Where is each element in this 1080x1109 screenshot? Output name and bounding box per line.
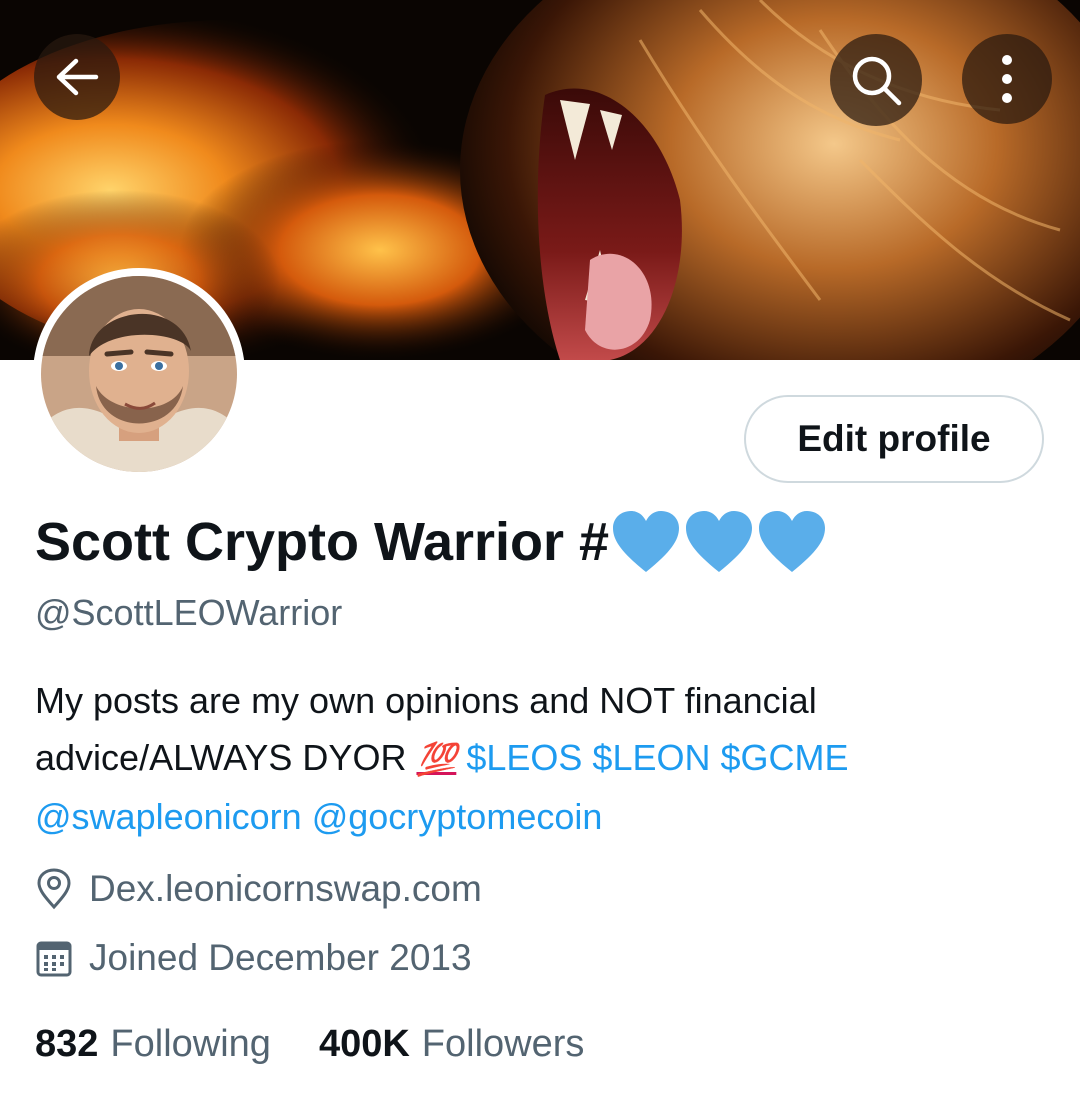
blue-heart-icon [686, 511, 753, 572]
location-text: Dex.leonicornswap.com [89, 868, 482, 909]
arrow-left-icon [56, 58, 99, 96]
blue-heart-icon [613, 511, 680, 572]
followers-link[interactable]: 400K Followers [319, 1023, 584, 1066]
cashtag-link[interactable]: $GCME [721, 737, 849, 778]
back-button[interactable] [34, 34, 120, 120]
followers-label: Followers [421, 1023, 585, 1065]
mention-link[interactable]: @gocryptomecoin [312, 796, 603, 837]
location-pin-icon [37, 868, 71, 910]
avatar-image [41, 276, 237, 472]
blue-heart-icon [759, 511, 826, 572]
location-row: Dex.leonicornswap.com [35, 868, 482, 910]
profile-bio: My posts are my own opinions and NOT fin… [35, 672, 1045, 845]
mention-link[interactable]: @swapleonicorn [35, 796, 302, 837]
search-icon [852, 56, 902, 106]
user-handle: @ScottLEOWarrior [35, 592, 343, 633]
cashtag-link[interactable]: $LEON [592, 737, 710, 778]
following-count: 832 [35, 1023, 99, 1065]
name-emojis [611, 510, 830, 574]
joined-text: Joined December 2013 [89, 937, 472, 978]
calendar-icon [36, 941, 72, 977]
display-name-text: Scott Crypto Warrior # [35, 512, 610, 572]
joined-row: Joined December 2013 [35, 937, 472, 979]
profile-avatar[interactable] [33, 268, 245, 480]
followers-count: 400K [318, 1023, 410, 1065]
display-name: Scott Crypto Warrior # [35, 510, 830, 574]
edit-profile-button[interactable]: Edit profile [744, 395, 1044, 483]
cashtag-link[interactable]: $LEOS [466, 737, 582, 778]
more-options-button[interactable] [962, 34, 1052, 124]
following-label: Following [110, 1023, 271, 1065]
search-button[interactable] [830, 34, 922, 126]
following-link[interactable]: 832 Following [35, 1023, 271, 1066]
hundred-points-emoji: 💯 [416, 741, 457, 777]
more-vertical-icon [1002, 55, 1012, 103]
follow-stats: 832 Following 400K Followers [35, 1023, 584, 1066]
